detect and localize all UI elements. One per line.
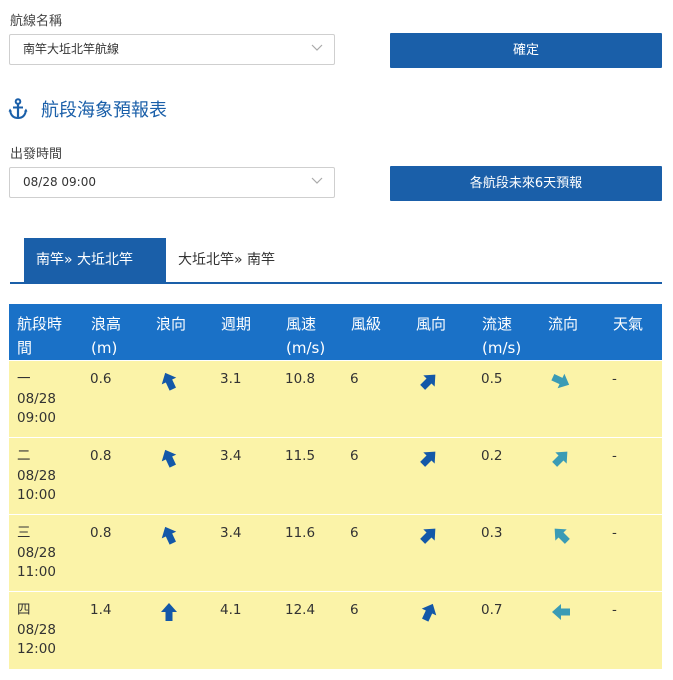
leg-label: 四 [17,602,31,618]
leg-time-cell: 一 08/28 09:00 [9,360,83,438]
header-current-direction: 流向 [540,304,605,361]
wave-direction-arrow-icon [161,449,177,468]
leg-date: 08/28 [17,621,56,638]
header-wind-direction: 風向 [408,304,474,361]
wind-direction-cell [408,437,474,515]
wave-direction-arrow-icon [161,526,177,545]
weather-cell: - [605,360,662,438]
wind-direction-cell [408,591,474,669]
current-speed-cell: 0.7 [474,591,540,669]
tab-daqiu-beigan-to-nangan[interactable]: 大坵北竿» 南竿 [166,238,287,282]
wind-level-cell: 6 [343,591,408,669]
wind-level-cell: 6 [343,514,408,592]
forecast-table: 航段時間 浪高 (m) 浪向 週期 風速 (m/s) 風級 風向 流速 (m/s) 流… [9,304,662,669]
header-weather: 天氣 [605,304,662,361]
period-cell: 3.4 [213,514,278,592]
route-select-value: 南竿大坵北竿航線 [23,42,120,56]
table-row: 二 08/28 10:00 0.8 3.4 11.5 6 0.2- [9,437,662,515]
wave-height-cell: 0.6 [83,360,148,438]
header-wind-speed: 風速 (m/s) [278,304,343,361]
wave-direction-cell [148,514,213,592]
chevron-down-icon [311,177,323,184]
table-header-row: 航段時間 浪高 (m) 浪向 週期 風速 (m/s) 風級 風向 流速 (m/s) 流… [9,304,662,361]
header-leg-time: 航段時間 [9,304,83,361]
current-speed-cell: 0.3 [474,514,540,592]
leg-date: 08/28 [17,390,56,407]
period-cell: 3.4 [213,437,278,515]
wind-direction-arrow-icon [420,451,436,467]
section-title: 航段海象預報表 [8,97,167,121]
section-title-text: 航段海象預報表 [41,100,167,121]
leg-label: 二 [17,448,31,464]
current-direction-cell [540,514,605,592]
route-label: 航線名稱 [10,14,63,29]
period-cell: 4.1 [213,591,278,669]
current-speed-cell: 0.2 [474,437,540,515]
wave-height-cell: 1.4 [83,591,148,669]
leg-time-cell: 四 08/28 12:00 [9,591,83,669]
leg-time: 11:00 [17,564,56,580]
leg-tabs: 南竿» 大坵北竿 大坵北竿» 南竿 [10,238,662,284]
wave-direction-cell [148,360,213,438]
header-period: 週期 [213,304,278,361]
leg-date: 08/28 [17,544,56,561]
current-direction-cell [540,591,605,669]
wind-level-cell: 6 [343,437,408,515]
wave-direction-cell [148,437,213,515]
table-row: 三 08/28 11:00 0.8 3.4 11.6 6 0.3- [9,514,662,592]
route-select[interactable]: 南竿大坵北竿航線 [9,34,335,65]
leg-label: 一 [17,371,31,387]
current-direction-cell [540,360,605,438]
anchor-icon [8,98,28,120]
leg-time: 12:00 [17,641,56,657]
leg-time-cell: 三 08/28 11:00 [9,514,83,592]
header-wind-level: 風級 [343,304,408,361]
weather-cell: - [605,437,662,515]
current-direction-arrow-icon [551,373,570,389]
leg-label: 三 [17,525,31,541]
wave-height-cell: 0.8 [83,514,148,592]
current-speed-cell: 0.5 [474,360,540,438]
current-direction-arrow-icon [552,604,570,620]
wave-height-cell: 0.8 [83,437,148,515]
current-direction-arrow-icon [552,451,568,467]
departure-label: 出發時間 [10,147,63,162]
table-row: 一 08/28 09:00 0.6 3.1 10.8 6 0.5- [9,360,662,438]
tab-nangan-to-daqiu-beigan[interactable]: 南竿» 大坵北竿 [24,238,166,282]
wind-speed-cell: 10.8 [278,360,343,438]
period-cell: 3.1 [213,360,278,438]
departure-time-value: 08/28 09:00 [23,175,96,189]
weather-cell: - [605,514,662,592]
chevron-down-icon [311,44,323,51]
wind-direction-arrow-icon [421,603,437,622]
wind-level-cell: 6 [343,360,408,438]
wave-direction-cell [148,591,213,669]
leg-time: 09:00 [17,410,56,426]
departure-time-select[interactable]: 08/28 09:00 [9,167,335,198]
table-row: 四 08/28 12:00 1.4 4.1 12.4 6 0.7- [9,591,662,669]
wave-direction-arrow-icon [161,603,177,621]
current-direction-cell [540,437,605,515]
wave-direction-arrow-icon [161,372,177,391]
wind-direction-arrow-icon [420,528,436,544]
header-current-speed: 流速 (m/s) [474,304,540,361]
header-wave-height: 浪高 (m) [83,304,148,361]
wind-direction-cell [408,514,474,592]
leg-time-cell: 二 08/28 10:00 [9,437,83,515]
leg-date: 08/28 [17,467,56,484]
wind-speed-cell: 12.4 [278,591,343,669]
header-wave-direction: 浪向 [148,304,213,361]
six-day-forecast-button[interactable]: 各航段未來6天預報 [390,166,662,201]
weather-cell: - [605,591,662,669]
confirm-button[interactable]: 確定 [390,33,662,68]
wind-direction-arrow-icon [420,374,436,390]
wind-speed-cell: 11.5 [278,437,343,515]
leg-time: 10:00 [17,487,56,503]
current-direction-arrow-icon [554,528,570,544]
wind-direction-cell [408,360,474,438]
wind-speed-cell: 11.6 [278,514,343,592]
